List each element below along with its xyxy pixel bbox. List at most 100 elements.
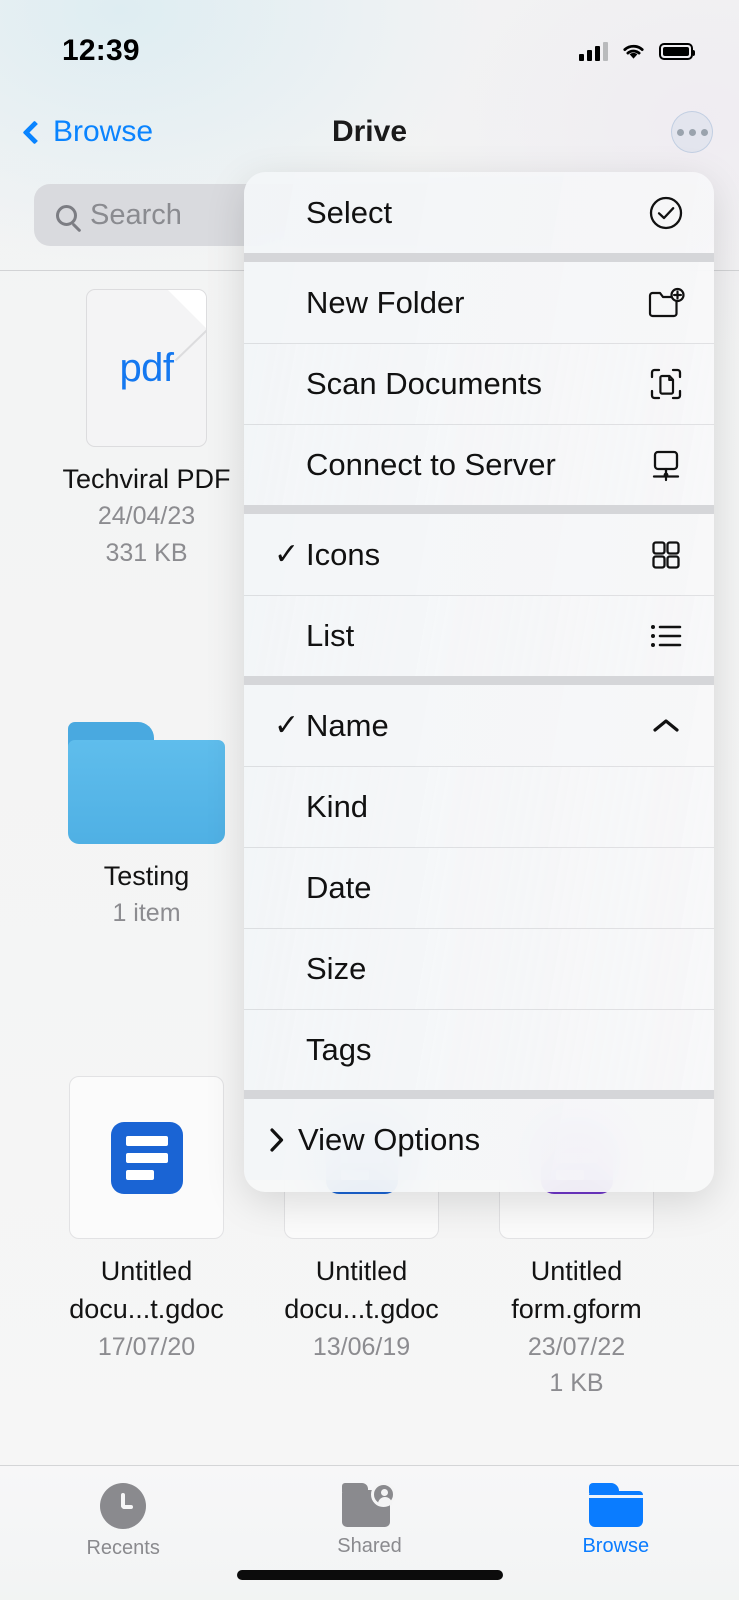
google-docs-icon	[69, 1076, 224, 1239]
menu-item-sort-date[interactable]: Date	[244, 847, 714, 928]
menu-item-label: Date	[306, 870, 646, 906]
search-icon	[56, 205, 77, 226]
menu-item-view-options[interactable]: View Options	[244, 1099, 714, 1180]
file-date: 17/07/20	[98, 1329, 195, 1365]
file-name-line2: docu...t.gdoc	[284, 1294, 439, 1324]
menu-icon-slot	[646, 949, 686, 989]
search-placeholder: Search	[90, 199, 182, 232]
back-button-label: Browse	[53, 115, 153, 149]
file-name-line2: docu...t.gdoc	[69, 1294, 224, 1324]
chevron-right-icon	[266, 1125, 294, 1155]
file-size: 331 KB	[105, 535, 187, 571]
file-date: 24/04/23	[98, 498, 195, 534]
file-name: Untitled docu...t.gdoc	[69, 1252, 224, 1329]
menu-item-sort-tags[interactable]: Tags	[244, 1009, 714, 1090]
file-date: 13/06/19	[313, 1329, 410, 1365]
file-thumbnail	[69, 1076, 224, 1239]
file-thumbnail	[68, 681, 225, 844]
tab-shared[interactable]: Shared	[246, 1483, 492, 1558]
checkmark-circle-icon	[646, 193, 686, 233]
menu-icon-slot	[646, 868, 686, 908]
wifi-icon	[620, 41, 647, 61]
gdoc-glyph	[111, 1122, 183, 1194]
status-bar: 12:39	[0, 0, 739, 92]
file-name-line2: form.gform	[511, 1294, 642, 1324]
grid-view-icon	[646, 535, 686, 575]
ellipsis-dot	[701, 129, 708, 136]
context-menu: Select New Folder Scan	[244, 172, 714, 1192]
menu-item-label: Size	[306, 951, 646, 987]
menu-item-sort-kind[interactable]: Kind	[244, 766, 714, 847]
file-item-pdf[interactable]: pdf Techviral PDF 24/04/23 331 KB	[39, 289, 254, 571]
navigation-bar: Browse Drive	[0, 92, 739, 172]
file-name-line1: Untitled	[101, 1256, 193, 1286]
menu-icon-slot	[646, 1120, 686, 1160]
menu-item-scan-documents[interactable]: Scan Documents	[244, 343, 714, 424]
menu-item-connect-to-server[interactable]: Connect to Server	[244, 424, 714, 505]
tab-label: Recents	[86, 1537, 159, 1560]
menu-item-sort-name[interactable]: ✓ Name	[244, 685, 714, 766]
pdf-file-icon: pdf	[86, 289, 207, 447]
menu-group-separator	[244, 1090, 714, 1099]
menu-item-label: Connect to Server	[306, 447, 646, 483]
file-thumbnail: pdf	[86, 289, 207, 447]
document-scanner-icon	[646, 364, 686, 404]
tab-recents[interactable]: Recents	[0, 1483, 246, 1560]
folder-body	[68, 740, 225, 844]
status-bar-icons	[579, 41, 693, 61]
checkmark-icon: ✓	[274, 540, 304, 570]
file-item-folder[interactable]: Testing 1 item	[39, 681, 254, 932]
phone-screen: 12:39 Browse Drive Search	[0, 0, 739, 1600]
menu-item-label: Icons	[306, 537, 646, 573]
signal-bars-icon	[579, 41, 608, 61]
menu-item-label: Select	[306, 195, 646, 231]
menu-group-separator	[244, 505, 714, 514]
menu-item-label: List	[306, 618, 646, 654]
chevron-left-icon	[22, 120, 46, 144]
menu-icon-slot	[646, 1030, 686, 1070]
menu-item-sort-size[interactable]: Size	[244, 928, 714, 1009]
menu-item-label: Kind	[306, 789, 646, 825]
file-name-line1: Untitled	[316, 1256, 408, 1286]
tab-label: Browse	[582, 1535, 649, 1558]
menu-item-icons-view[interactable]: ✓ Icons	[244, 514, 714, 595]
pdf-badge-label: pdf	[119, 346, 173, 391]
folder-plus-icon	[646, 283, 686, 323]
menu-item-label: View Options	[298, 1122, 646, 1158]
back-button[interactable]: Browse	[26, 115, 153, 149]
list-view-icon	[646, 616, 686, 656]
status-bar-clock: 12:39	[62, 34, 140, 68]
file-item-gdoc-1[interactable]: Untitled docu...t.gdoc 17/07/20	[39, 1076, 254, 1401]
home-indicator[interactable]	[237, 1570, 503, 1580]
folder-filled-icon	[589, 1483, 643, 1527]
menu-item-new-folder[interactable]: New Folder	[244, 262, 714, 343]
file-date: 23/07/22	[528, 1329, 625, 1365]
more-options-button[interactable]	[671, 111, 713, 153]
menu-item-list-view[interactable]: List	[244, 595, 714, 676]
checkmark-icon: ✓	[274, 711, 304, 741]
file-size: 1 KB	[549, 1365, 603, 1401]
tab-label: Shared	[337, 1535, 402, 1558]
menu-item-select[interactable]: Select	[244, 172, 714, 253]
menu-item-label: Tags	[306, 1032, 646, 1068]
chevron-up-icon	[646, 706, 686, 746]
ellipsis-dot	[689, 129, 696, 136]
folder-icon	[68, 722, 225, 844]
menu-icon-slot	[646, 787, 686, 827]
menu-item-label: New Folder	[306, 285, 646, 321]
tab-browse[interactable]: Browse	[493, 1483, 739, 1558]
battery-icon	[659, 43, 693, 60]
server-display-icon	[646, 445, 686, 485]
menu-item-label: Name	[306, 708, 646, 744]
file-item-count: 1 item	[112, 895, 180, 931]
file-name: Untitled form.gform	[511, 1252, 642, 1329]
file-name: Techviral PDF	[62, 460, 230, 498]
menu-group-separator	[244, 253, 714, 262]
clock-icon	[100, 1483, 146, 1529]
shared-folder-icon	[342, 1483, 396, 1527]
menu-item-label: Scan Documents	[306, 366, 646, 402]
file-name: Testing	[104, 857, 190, 895]
file-name: Untitled docu...t.gdoc	[284, 1252, 439, 1329]
ellipsis-dot	[677, 129, 684, 136]
menu-group-separator	[244, 676, 714, 685]
